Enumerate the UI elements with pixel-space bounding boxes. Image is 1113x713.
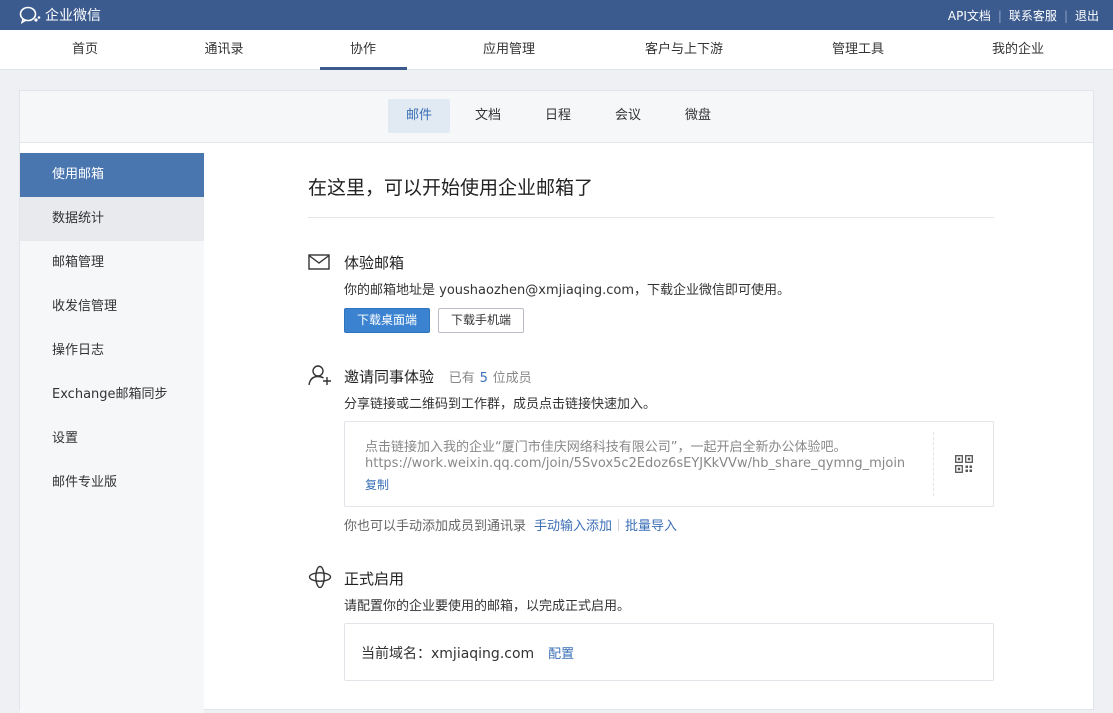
active-tab-indicator bbox=[320, 67, 407, 70]
page-title: 在这里，可以开始使用企业邮箱了 bbox=[308, 177, 594, 199]
divider: | bbox=[1063, 8, 1068, 23]
configure-link[interactable]: 配置 bbox=[548, 647, 574, 662]
invite-title: 邀请同事体验 bbox=[344, 368, 435, 386]
sidebar-item-pro[interactable]: 邮件专业版 bbox=[20, 461, 204, 505]
manual-input-add-link[interactable]: 手动输入添加 bbox=[534, 515, 612, 534]
nav-home[interactable]: 首页 bbox=[72, 30, 98, 70]
logo[interactable]: 企业微信 bbox=[19, 5, 101, 25]
invite-desc: 分享链接或二维码到工作群，成员点击链接快速加入。 bbox=[344, 397, 657, 412]
invite-link-text: 点击链接加入我的企业“厦门市佳庆网络科技有限公司”，一起开启全新办公体验吧。 bbox=[365, 440, 847, 455]
nav-admin-tools[interactable]: 管理工具 bbox=[832, 30, 884, 70]
copy-link[interactable]: 复制 bbox=[365, 476, 389, 493]
subtab-drive[interactable]: 微盘 bbox=[667, 99, 729, 133]
subtab-docs[interactable]: 文档 bbox=[457, 99, 519, 133]
invite-link-box: 点击链接加入我的企业“厦门市佳庆网络科技有限公司”，一起开启全新办公体验吧。 h… bbox=[344, 421, 994, 507]
mail-icon bbox=[308, 254, 330, 270]
formal-activation-title: 正式启用 bbox=[344, 570, 405, 588]
app-title: 企业微信 bbox=[45, 8, 101, 24]
formal-activation-desc: 请配置你的企业要使用的邮箱，以完成正式启用。 bbox=[344, 599, 631, 614]
domain-box: 当前域名：xmjiaqing.com 配置 bbox=[344, 623, 994, 681]
logout-link[interactable]: 退出 bbox=[1075, 7, 1099, 24]
invite-link-url: https://work.weixin.qq.com/join/5Svox5c2… bbox=[365, 456, 906, 471]
sub-nav: 邮件 文档 日程 会议 微盘 bbox=[20, 91, 1093, 143]
nav-customers[interactable]: 客户与上下游 bbox=[645, 30, 723, 70]
divider: | bbox=[997, 8, 1002, 23]
nav-app-management[interactable]: 应用管理 bbox=[483, 30, 535, 70]
top-bar: 企业微信 API文档 | 联系客服 | 退出 bbox=[0, 0, 1113, 30]
domain-label: 当前域名： bbox=[361, 646, 431, 662]
subtab-schedule[interactable]: 日程 bbox=[527, 99, 589, 133]
activation-icon bbox=[308, 565, 332, 589]
download-mobile-button[interactable]: 下载手机端 bbox=[438, 308, 525, 333]
top-links: API文档 | 联系客服 | 退出 bbox=[948, 7, 1099, 24]
sidebar: 使用邮箱 数据统计 邮箱管理 收发信管理 操作日志 Exchange邮箱同步 设… bbox=[20, 153, 204, 713]
batch-import-link[interactable]: 批量导入 bbox=[625, 515, 677, 534]
member-count: 5 bbox=[479, 371, 488, 386]
sidebar-item-use-mailbox[interactable]: 使用邮箱 bbox=[20, 153, 204, 197]
download-desktop-button[interactable]: 下载桌面端 bbox=[344, 308, 431, 333]
wecom-logo-icon bbox=[19, 6, 41, 24]
divider bbox=[618, 518, 620, 531]
divider bbox=[933, 432, 934, 496]
sidebar-item-mailbox-management[interactable]: 邮箱管理 bbox=[20, 241, 204, 285]
sidebar-item-exchange-sync[interactable]: Exchange邮箱同步 bbox=[20, 373, 204, 417]
member-count-suffix: 位成员 bbox=[492, 371, 532, 386]
manual-add-row: 你也可以手动添加成员到通讯录 手动输入添加 批量导入 bbox=[344, 515, 677, 534]
subtab-mail[interactable]: 邮件 bbox=[388, 99, 451, 133]
main-nav: 首页 通讯录 协作 应用管理 客户与上下游 管理工具 我的企业 bbox=[0, 30, 1113, 70]
main-panel: 邮件 文档 日程 会议 微盘 使用邮箱 数据统计 邮箱管理 收发信管理 操作日志… bbox=[19, 90, 1094, 713]
nav-contacts[interactable]: 通讯录 bbox=[204, 30, 243, 70]
api-docs-link[interactable]: API文档 bbox=[948, 7, 991, 24]
member-count-prefix: 已有 bbox=[448, 371, 475, 386]
divider bbox=[308, 217, 994, 218]
trial-mailbox-title: 体验邮箱 bbox=[344, 254, 405, 272]
sidebar-item-mail-flow[interactable]: 收发信管理 bbox=[20, 285, 204, 329]
sidebar-item-logs[interactable]: 操作日志 bbox=[20, 329, 204, 373]
add-user-icon bbox=[308, 365, 331, 386]
sidebar-item-statistics[interactable]: 数据统计 bbox=[20, 197, 204, 241]
sidebar-item-settings[interactable]: 设置 bbox=[20, 417, 204, 461]
domain-value: xmjiaqing.com bbox=[431, 646, 535, 662]
contact-support-link[interactable]: 联系客服 bbox=[1009, 7, 1057, 24]
nav-collaboration[interactable]: 协作 bbox=[350, 30, 376, 70]
invite-title-row: 邀请同事体验 已有 5 位成员 bbox=[344, 366, 532, 387]
manual-add-text: 你也可以手动添加成员到通讯录 bbox=[344, 519, 527, 534]
nav-my-enterprise[interactable]: 我的企业 bbox=[992, 30, 1044, 70]
trial-mailbox-desc: 你的邮箱地址是 youshaozhen@xmjiaqing.com，下载企业微信… bbox=[344, 283, 791, 298]
subtab-meeting[interactable]: 会议 bbox=[597, 99, 659, 133]
qr-code-icon[interactable] bbox=[955, 455, 973, 473]
